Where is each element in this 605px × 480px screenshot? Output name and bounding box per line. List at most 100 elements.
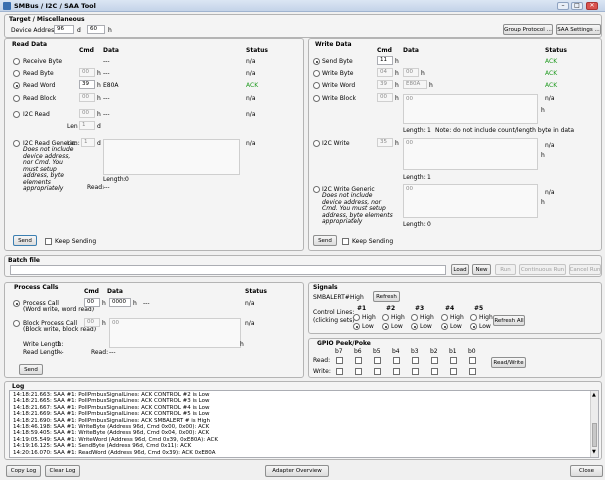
- gpio-write-checkbox[interactable]: [469, 368, 476, 375]
- saa-settings-button[interactable]: SAA Settings ...: [556, 24, 601, 35]
- control-line-low-radio[interactable]: [411, 323, 418, 330]
- process-call-cmd-input[interactable]: 00: [84, 298, 100, 307]
- control-line-low-radio[interactable]: [353, 323, 360, 330]
- gpio-write-checkbox[interactable]: [393, 368, 400, 375]
- batch-new-button[interactable]: New: [472, 264, 491, 275]
- read-word-radio[interactable]: [13, 82, 20, 89]
- read-keep-sending-checkbox[interactable]: [45, 238, 52, 245]
- close-window-button[interactable]: ✕: [586, 2, 598, 10]
- read-byte-radio[interactable]: [13, 70, 20, 77]
- write-block-data[interactable]: 00: [403, 94, 538, 124]
- refresh-all-button[interactable]: Refresh All: [493, 315, 525, 326]
- gpio-read-checkbox[interactable]: [374, 357, 381, 364]
- smbalert-refresh-button[interactable]: Refresh: [373, 291, 400, 302]
- scroll-down-icon[interactable]: ▼: [592, 449, 596, 455]
- write-block-radio[interactable]: [313, 95, 320, 102]
- write-byte-data-input[interactable]: 00: [403, 68, 419, 77]
- gpio-write-checkbox[interactable]: [412, 368, 419, 375]
- i2c-read-generic-radio[interactable]: [13, 140, 20, 147]
- maximize-button[interactable]: □: [571, 2, 583, 10]
- title-bar: SMBus / I2C / SAA Tool – □ ✕: [0, 0, 605, 12]
- control-line-high-radio[interactable]: [470, 314, 477, 321]
- i2c-write-generic-data-hex-unit: h: [541, 199, 545, 206]
- close-button[interactable]: Close: [570, 465, 603, 477]
- i2c-read-cmd-input[interactable]: 00: [79, 109, 95, 118]
- write-word-radio[interactable]: [313, 82, 320, 89]
- control-line-high-radio[interactable]: [382, 314, 389, 321]
- group-protocol-button[interactable]: Group Protocol ...: [503, 24, 553, 35]
- i2c-write-data[interactable]: 00: [403, 138, 538, 170]
- gpio-read-checkbox[interactable]: [355, 357, 362, 364]
- write-block-cmd-input[interactable]: 00: [377, 93, 393, 102]
- control-line-low-radio[interactable]: [382, 323, 389, 330]
- control-line-high-radio[interactable]: [411, 314, 418, 321]
- batch-load-button[interactable]: Load: [451, 264, 469, 275]
- i2c-write-radio[interactable]: [313, 140, 320, 147]
- batch-continuous-run-button[interactable]: Continuous Run: [519, 264, 566, 275]
- write-block-status: n/a: [545, 95, 555, 102]
- write-word-data-input[interactable]: E80A: [403, 80, 427, 89]
- i2c-read-generic-data[interactable]: [103, 139, 240, 175]
- clear-log-button[interactable]: Clear Log: [45, 465, 80, 477]
- device-address-dec-input[interactable]: 96: [54, 25, 74, 34]
- batch-run-button[interactable]: Run: [495, 264, 516, 275]
- send-byte-radio[interactable]: [313, 58, 320, 65]
- process-send-button[interactable]: Send: [19, 364, 43, 375]
- block-process-call-cmd-input[interactable]: 00: [84, 318, 100, 327]
- i2c-read-len-input[interactable]: 1: [79, 121, 95, 130]
- gpio-read-checkbox[interactable]: [393, 357, 400, 364]
- gpio-write-checkbox[interactable]: [336, 368, 343, 375]
- write-byte-cmd-input[interactable]: 04: [377, 68, 393, 77]
- i2c-write-cmd-input[interactable]: 35: [377, 138, 393, 147]
- gpio-read-checkbox[interactable]: [469, 357, 476, 364]
- control-line-low-radio[interactable]: [441, 323, 448, 330]
- scroll-up-icon[interactable]: ▲: [592, 392, 596, 398]
- log-scrollbar[interactable]: ▲ ▼: [590, 391, 598, 457]
- batch-cancel-run-button[interactable]: Cancel Run: [569, 264, 601, 275]
- control-line-high-radio[interactable]: [353, 314, 360, 321]
- receive-byte-radio[interactable]: [13, 58, 20, 65]
- control-line-label: #4: [445, 305, 455, 312]
- control-line-label: #2: [386, 305, 396, 312]
- write-word-cmd-input[interactable]: 39: [377, 80, 393, 89]
- read-block-radio[interactable]: [13, 95, 20, 102]
- gpio-read-checkbox[interactable]: [450, 357, 457, 364]
- i2c-write-generic-radio[interactable]: [313, 186, 320, 193]
- write-keep-sending-checkbox[interactable]: [342, 238, 349, 245]
- block-process-call-data[interactable]: 00: [109, 318, 241, 348]
- control-line-high-label: High: [450, 314, 464, 321]
- gpio-write-checkbox[interactable]: [450, 368, 457, 375]
- clicking-sets-label: (clicking sets): [313, 317, 355, 324]
- control-line-high-radio[interactable]: [441, 314, 448, 321]
- gpio-write-checkbox[interactable]: [431, 368, 438, 375]
- log-output[interactable]: 14:18:21.663: SAA #1: PollPmbusSignalLin…: [9, 390, 599, 458]
- write-send-button[interactable]: Send: [313, 235, 337, 246]
- i2c-read-radio[interactable]: [13, 111, 20, 118]
- gpio-write-checkbox[interactable]: [374, 368, 381, 375]
- send-byte-cmd-input[interactable]: 11: [377, 56, 393, 65]
- dec-unit: d: [77, 27, 81, 34]
- i2c-read-generic-len-input[interactable]: 1: [81, 138, 95, 147]
- gpio-read-checkbox[interactable]: [336, 357, 343, 364]
- adapter-overview-button[interactable]: Adapter Overview: [265, 465, 329, 477]
- batch-file-input[interactable]: [10, 265, 446, 275]
- scroll-thumb[interactable]: [592, 423, 597, 447]
- gpio-read-checkbox[interactable]: [412, 357, 419, 364]
- gpio-bit-label: b1: [449, 348, 457, 355]
- read-send-button[interactable]: Send: [13, 235, 37, 246]
- read-byte-cmd-input[interactable]: 00: [79, 68, 95, 77]
- control-line-low-radio[interactable]: [470, 323, 477, 330]
- process-call-radio[interactable]: [13, 300, 20, 307]
- read-block-cmd-input[interactable]: 00: [79, 93, 95, 102]
- block-process-call-radio[interactable]: [13, 320, 20, 327]
- read-word-cmd-input[interactable]: 39: [79, 80, 95, 89]
- gpio-read-checkbox[interactable]: [431, 357, 438, 364]
- process-call-data-input[interactable]: 0000: [109, 298, 131, 307]
- copy-log-button[interactable]: Copy Log: [6, 465, 41, 477]
- gpio-read-write-button[interactable]: Read/Write: [491, 357, 526, 368]
- device-address-hex-input[interactable]: 60: [87, 25, 105, 34]
- write-byte-radio[interactable]: [313, 70, 320, 77]
- gpio-write-checkbox[interactable]: [355, 368, 362, 375]
- i2c-write-generic-data[interactable]: 00: [403, 184, 538, 218]
- minimize-button[interactable]: –: [557, 2, 569, 10]
